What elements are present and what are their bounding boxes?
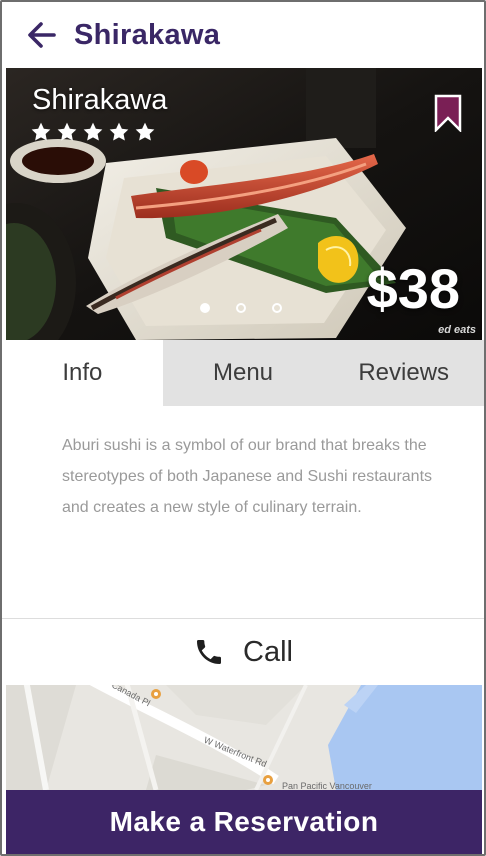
make-reservation-button[interactable]: Make a Reservation [6, 790, 482, 854]
bookmark-icon[interactable] [434, 94, 462, 132]
app-screen: Shirakawa Shirakawa $38 ed eats Info Men… [0, 0, 486, 856]
carousel-indicators [200, 303, 282, 313]
location-map[interactable]: Canada Pl W Waterfront Rd Pan Pacific Va… [6, 685, 482, 790]
star-icon [83, 122, 103, 141]
tab-menu[interactable]: Menu [162, 340, 324, 406]
star-icon [57, 122, 77, 141]
back-button[interactable] [22, 15, 62, 55]
price-label: $38 [366, 257, 460, 320]
photo-credit: ed eats [438, 324, 476, 336]
carousel-dot[interactable] [200, 303, 210, 313]
hero-carousel[interactable]: Shirakawa $38 ed eats [6, 68, 482, 340]
star-rating [30, 121, 156, 143]
tab-bar: Info Menu Reviews [2, 340, 484, 406]
carousel-dot[interactable] [272, 303, 282, 313]
star-icon [135, 122, 155, 141]
restaurant-name: Shirakawa [32, 84, 168, 116]
top-bar: Shirakawa [2, 2, 484, 68]
map-graphic [6, 685, 482, 790]
page-title: Shirakawa [74, 18, 221, 51]
carousel-dot[interactable] [236, 303, 246, 313]
tab-reviews[interactable]: Reviews [323, 340, 484, 406]
call-button[interactable]: Call [2, 619, 484, 685]
call-label: Call [243, 635, 293, 668]
tab-info[interactable]: Info [2, 340, 163, 406]
star-icon [109, 122, 129, 141]
phone-icon [197, 640, 222, 664]
description-text: Aburi sushi is a symbol of our brand tha… [62, 437, 433, 516]
star-icon [31, 122, 51, 141]
map-poi-label: Pan Pacific Vancouver [282, 781, 372, 790]
arrow-left-icon [28, 22, 56, 48]
